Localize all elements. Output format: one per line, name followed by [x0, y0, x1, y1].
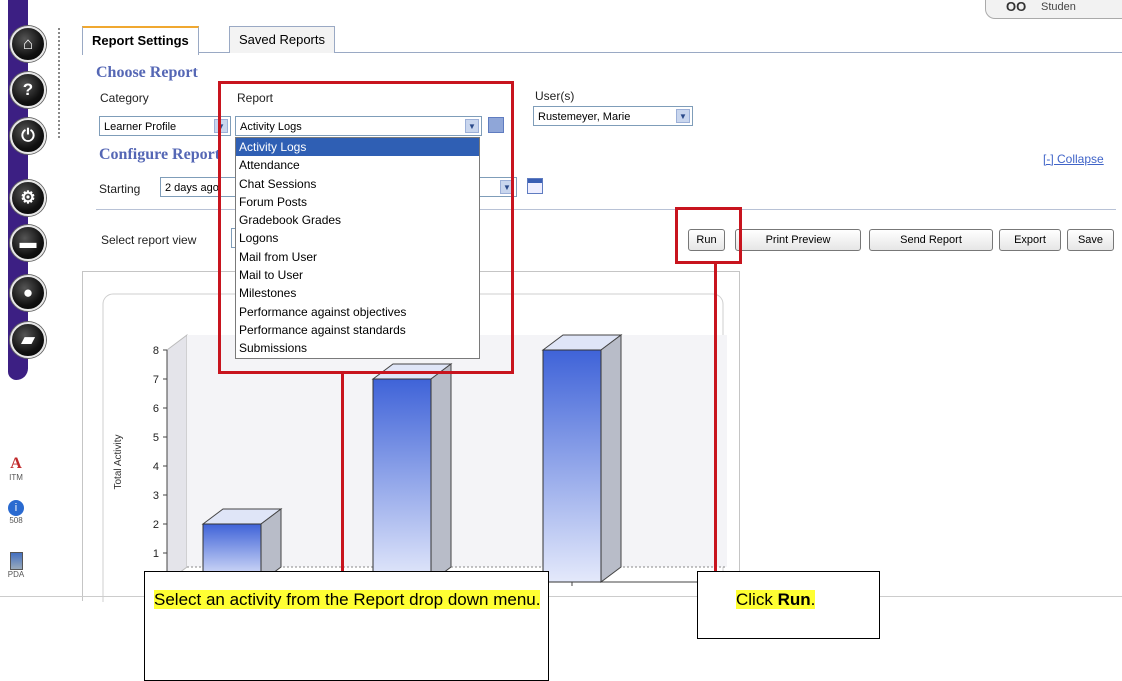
accessibility-icon: i [8, 500, 24, 516]
choose-report-title: Choose Report [96, 64, 198, 81]
calendar-icon[interactable] [527, 178, 543, 194]
y-tick-label: 4 [153, 461, 159, 473]
click-run-callout: Click Run. [697, 571, 880, 639]
gear-icon[interactable]: ⚙ [10, 180, 46, 216]
bar-side [600, 334, 622, 583]
click-suffix: . [810, 590, 816, 609]
tab-report-settings[interactable]: Report Settings [82, 26, 199, 55]
accessibility-tool[interactable]: i 508 [6, 500, 26, 525]
chat-icon[interactable]: ▰ [10, 322, 46, 358]
run-highlight-box [675, 207, 742, 264]
dock-divider [58, 28, 60, 138]
y-tick-label: 7 [153, 374, 159, 386]
save-button[interactable]: Save [1067, 229, 1114, 251]
send-report-button[interactable]: Send Report [869, 229, 993, 251]
report-view-label: Select report view [101, 233, 197, 247]
users-label: User(s) [535, 89, 575, 103]
category-value: Learner Profile [104, 121, 177, 133]
y-tick-label: 8 [153, 345, 159, 357]
itm-label: ITM [9, 473, 23, 482]
pda-tool[interactable]: PDA [6, 552, 26, 579]
person-icon[interactable]: ● [10, 275, 46, 311]
tab-saved-reports[interactable]: Saved Reports [229, 26, 335, 53]
category-label: Category [100, 91, 149, 105]
collapse-link[interactable]: [-] Collapse [1043, 152, 1104, 166]
chevron-down-icon: ▼ [676, 109, 690, 123]
starting-label: Starting [99, 182, 141, 196]
y-axis-title: Total Activity [113, 434, 124, 489]
category-select[interactable]: Learner Profile ▼ [99, 116, 231, 136]
pda-label: PDA [7, 570, 25, 579]
select-activity-text: Select an activity from the Report drop … [154, 590, 541, 609]
y-tick-label: 2 [153, 519, 159, 531]
glasses-icon: OO [1006, 0, 1027, 14]
click-run-bold: Run [777, 590, 811, 609]
bar [372, 378, 432, 583]
power-icon[interactable]: ⏻ [10, 118, 46, 154]
starting-value: 2 days ago [165, 182, 219, 194]
y-tick-label: 3 [153, 490, 159, 502]
run-callout-line [714, 262, 717, 572]
home-icon[interactable]: ⌂ [10, 26, 46, 62]
help-icon[interactable]: ? [10, 72, 46, 108]
itm-tool[interactable]: A ITM [6, 455, 26, 482]
chart-side-wall [166, 334, 188, 583]
select-activity-callout: Select an activity from the Report drop … [144, 571, 549, 681]
users-select[interactable]: Rustemeyer, Marie ▼ [533, 106, 693, 126]
configure-report-title: Configure Report [99, 146, 221, 163]
users-value: Rustemeyer, Marie [538, 111, 631, 123]
accessibility-label: 508 [9, 516, 23, 525]
report-callout-line [341, 372, 344, 572]
user-chip[interactable]: OO Studen [985, 0, 1122, 19]
font-icon: A [10, 455, 22, 472]
y-tick-label: 5 [153, 432, 159, 444]
export-button[interactable]: Export [999, 229, 1061, 251]
left-dock: ⌂ ? ⏻ ⚙ ▬ ● ▰ [0, 0, 64, 380]
bar [542, 349, 602, 583]
y-tick-label: 1 [153, 548, 159, 560]
user-chip-label: Studen [1041, 1, 1076, 13]
print-preview-button[interactable]: Print Preview [735, 229, 861, 251]
click-prefix: Click [736, 590, 778, 609]
y-tick-label: 6 [153, 403, 159, 415]
bar-side [430, 363, 452, 583]
click-run-text: Click Run. [736, 590, 816, 609]
report-highlight-box [218, 81, 514, 374]
folder-icon[interactable]: ▬ [10, 225, 46, 261]
pda-icon [9, 552, 23, 570]
